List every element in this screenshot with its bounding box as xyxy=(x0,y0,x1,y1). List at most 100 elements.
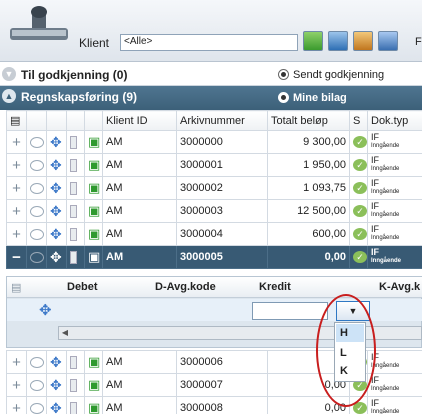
expand-icon[interactable]: + xyxy=(6,373,27,397)
cell-dok-type: IF Inngående xyxy=(367,222,422,246)
column-klient-id[interactable]: Klient ID xyxy=(102,110,177,131)
cell-arkivnummer: 3000001 xyxy=(176,153,268,177)
cell-klient-id: AM xyxy=(102,176,177,200)
expand-icon[interactable]: + xyxy=(6,396,27,414)
mine-bilag-radio[interactable] xyxy=(278,92,289,103)
column-s[interactable]: S xyxy=(349,110,368,131)
section-regnskapsforing[interactable]: ▲ Regnskapsføring (9) Mine bilag xyxy=(0,86,422,110)
move-icon[interactable]: ✥ xyxy=(46,130,67,154)
table-row[interactable]: + ✥ ▣ AM 3000000 9 300,00 ✓ IF Inngående xyxy=(6,130,422,154)
attachment-icon[interactable] xyxy=(66,245,85,269)
comment-icon[interactable] xyxy=(26,199,47,223)
mine-bilag-label: Mine bilag xyxy=(293,92,347,104)
table-row[interactable]: + ✥ ▣ AM 3000002 1 093,75 ✓ IF Inngående xyxy=(6,176,422,200)
table-row[interactable]: + ✥ ▣ AM 3000001 1 950,00 ✓ IF Inngående xyxy=(6,153,422,177)
cell-dok-type: IF Inngående xyxy=(367,153,422,177)
column-totalt-belop[interactable]: Totalt beløp xyxy=(267,110,350,131)
cell-dok-type: IF Inngående xyxy=(367,396,422,414)
dok-type-name: Inngående xyxy=(371,166,400,172)
attachment-icon[interactable] xyxy=(66,199,85,223)
document-icon[interactable] xyxy=(328,31,348,51)
expand-icon[interactable]: + xyxy=(6,350,27,374)
move-icon[interactable]: ✥ xyxy=(46,222,67,246)
move-icon[interactable]: ✥ xyxy=(39,301,52,319)
refresh-icon[interactable] xyxy=(303,31,323,51)
cell-totalt-belop: 0,00 xyxy=(267,245,350,269)
cell-klient-id: AM xyxy=(102,350,177,374)
table-row[interactable]: + ✥ ▣ AM 3000003 12 500,00 ✓ IF Inngående xyxy=(6,199,422,223)
table-row-selected[interactable]: − ✥ ▣ AM 3000005 0,00 ✓ IF Inngående xyxy=(6,245,422,269)
attachment-icon[interactable] xyxy=(66,350,85,374)
cell-klient-id: AM xyxy=(102,373,177,397)
comment-icon[interactable] xyxy=(26,245,47,269)
expand-icon[interactable]: + xyxy=(6,199,27,223)
attachment-icon[interactable] xyxy=(66,222,85,246)
comment-icon[interactable] xyxy=(26,396,47,414)
expand-icon[interactable]: − xyxy=(6,245,27,269)
column-dok-type[interactable]: Dok.typ xyxy=(367,110,422,131)
expand-icon[interactable]: + xyxy=(6,153,27,177)
column-picker-icon[interactable]: ▤ xyxy=(6,110,27,131)
attachment-icon[interactable] xyxy=(66,373,85,397)
expand-icon[interactable]: + xyxy=(6,222,27,246)
posting-icon[interactable]: ▣ xyxy=(84,153,103,177)
cell-arkivnummer: 3000004 xyxy=(176,222,268,246)
dok-type-name: Inngående xyxy=(371,363,400,369)
sendt-radio[interactable] xyxy=(278,69,289,80)
comment-icon[interactable] xyxy=(26,373,47,397)
dok-type-name: Inngående xyxy=(371,143,400,149)
move-icon[interactable]: ✥ xyxy=(46,396,67,414)
attachment-icon[interactable] xyxy=(66,130,85,154)
cell-arkivnummer: 3000006 xyxy=(176,350,268,374)
comment-icon[interactable] xyxy=(26,153,47,177)
cell-dok-type: IF Inngående xyxy=(367,176,422,200)
cell-klient-id: AM xyxy=(102,396,177,414)
klient-select[interactable]: <Alle> xyxy=(120,34,298,51)
table-row[interactable]: + ✥ ▣ AM 3000004 600,00 ✓ IF Inngående xyxy=(6,222,422,246)
cell-dok-type: IF Inngående xyxy=(367,245,422,269)
move-icon[interactable]: ✥ xyxy=(46,373,67,397)
column-picker-icon[interactable]: ▤ xyxy=(11,281,21,294)
export-icon[interactable] xyxy=(378,31,398,51)
move-icon[interactable]: ✥ xyxy=(46,176,67,200)
attachment-icon[interactable] xyxy=(66,396,85,414)
user-icon[interactable] xyxy=(353,31,373,51)
posting-icon[interactable]: ▣ xyxy=(84,245,103,269)
scroll-left-icon[interactable]: ◀ xyxy=(58,326,72,340)
move-icon[interactable]: ✥ xyxy=(46,245,67,269)
posting-icon[interactable]: ▣ xyxy=(84,350,103,374)
posting-icon[interactable]: ▣ xyxy=(84,130,103,154)
dok-type-code: IF xyxy=(371,224,379,234)
posting-icon[interactable]: ▣ xyxy=(84,222,103,246)
chevron-up-icon[interactable]: ▲ xyxy=(2,89,16,103)
detail-col-k-avg-kode: K-Avg.k xyxy=(379,281,421,293)
attachment-icon[interactable] xyxy=(66,176,85,200)
expand-icon[interactable]: + xyxy=(6,130,27,154)
dok-type-code: IF xyxy=(371,155,379,165)
posting-icon[interactable]: ▣ xyxy=(84,199,103,223)
move-icon[interactable]: ✥ xyxy=(46,153,67,177)
column-arkivnummer[interactable]: Arkivnummer xyxy=(176,110,268,131)
comment-icon[interactable] xyxy=(26,350,47,374)
cell-totalt-belop: 9 300,00 xyxy=(267,130,350,154)
dok-type-name: Inngående xyxy=(371,409,400,414)
comment-icon[interactable] xyxy=(26,222,47,246)
section-til-godkjenning[interactable]: ▼ Til godkjenning (0) Sendt godkjenning xyxy=(0,64,422,86)
posting-icon[interactable]: ▣ xyxy=(84,396,103,414)
comment-icon[interactable] xyxy=(26,130,47,154)
move-icon[interactable]: ✥ xyxy=(46,199,67,223)
move-icon[interactable]: ✥ xyxy=(46,350,67,374)
dok-type-name: Inngående xyxy=(371,258,402,264)
chevron-down-icon[interactable]: ▼ xyxy=(2,67,16,81)
expand-icon[interactable]: + xyxy=(6,176,27,200)
attachment-icon[interactable] xyxy=(66,153,85,177)
toolbar-extra-label: F xyxy=(415,36,422,48)
cell-arkivnummer: 3000008 xyxy=(176,396,268,414)
comment-icon[interactable] xyxy=(26,176,47,200)
section-title: Regnskapsføring (9) xyxy=(21,90,138,104)
posting-icon[interactable]: ▣ xyxy=(84,176,103,200)
kredit-input[interactable] xyxy=(252,302,328,320)
status-check-icon: ✓ xyxy=(349,176,368,200)
bilag-grid: ▤ Klient ID Arkivnummer Totalt beløp S D… xyxy=(6,110,422,269)
posting-icon[interactable]: ▣ xyxy=(84,373,103,397)
